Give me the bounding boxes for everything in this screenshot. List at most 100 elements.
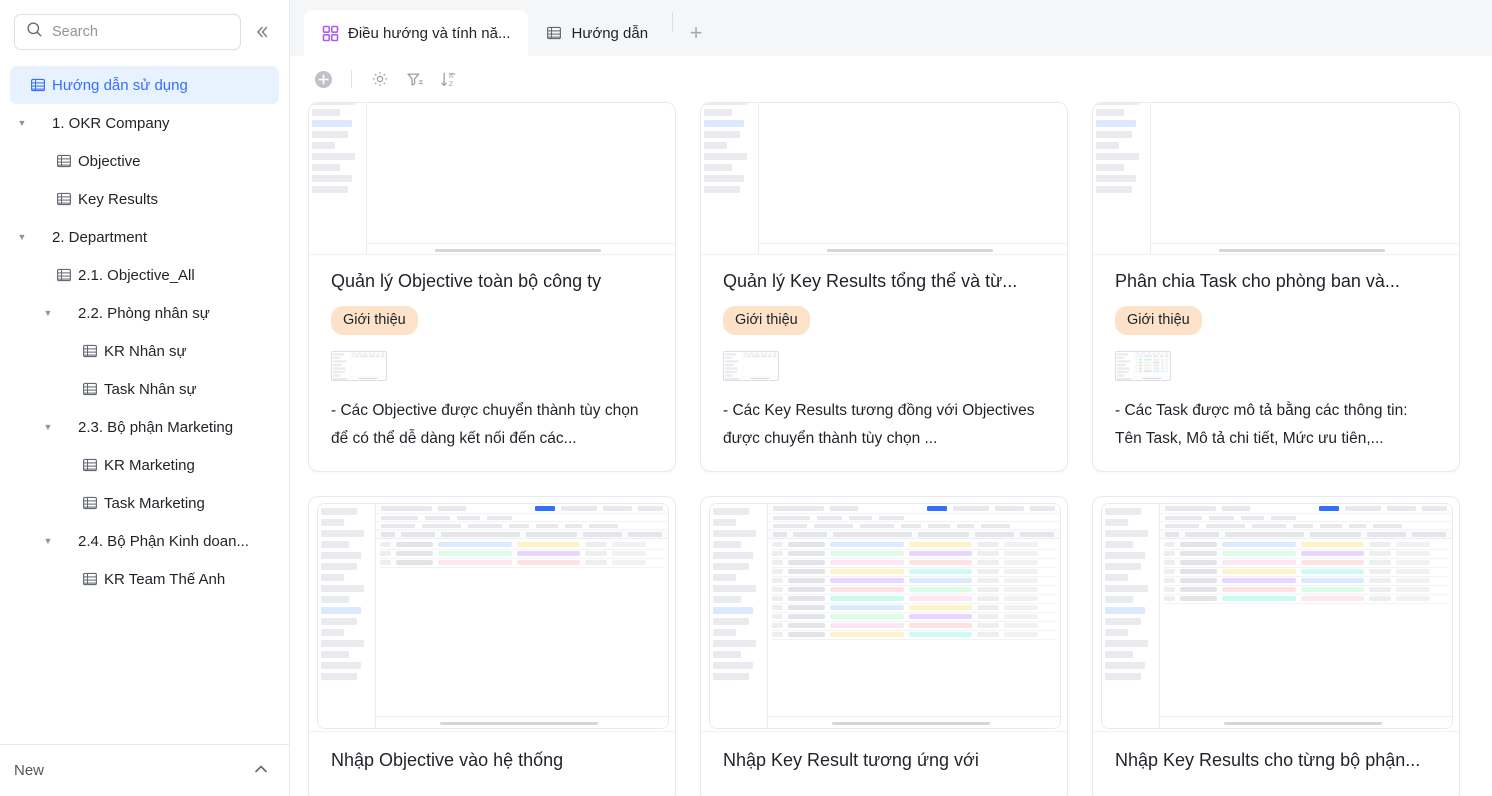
thumb-row xyxy=(380,550,664,559)
thumb-footer xyxy=(1134,375,1170,380)
add-record-button[interactable] xyxy=(308,64,338,94)
thumb-scrollbar[interactable] xyxy=(1224,721,1382,725)
sidebar-item-label: Key Results xyxy=(78,190,159,208)
sidebar-item-9[interactable]: ▼ 2.3. Bộ phận Marketing xyxy=(10,408,279,446)
toolbar-divider xyxy=(351,70,352,88)
sidebar-item-10[interactable]: KR Marketing xyxy=(10,446,279,484)
svg-text:Z: Z xyxy=(448,80,452,87)
table-icon xyxy=(56,153,78,169)
chevron-down-icon[interactable]: ▼ xyxy=(40,536,56,546)
chevron-down-icon[interactable]: ▼ xyxy=(14,232,30,242)
table-icon xyxy=(82,343,104,359)
card-title: Nhập Objective vào hệ thống xyxy=(331,749,564,770)
thumb-row xyxy=(772,595,1056,604)
chevron-down-icon[interactable]: ▼ xyxy=(14,118,30,128)
sidebar-item-3[interactable]: Key Results xyxy=(10,180,279,218)
collapse-sidebar-button[interactable] xyxy=(249,19,275,45)
sidebar-item-11[interactable]: Task Marketing xyxy=(10,484,279,522)
thumb-row xyxy=(772,577,1056,586)
thumbnail-spreadsheet xyxy=(332,351,386,380)
thumbnail-spreadsheet xyxy=(710,503,1060,728)
card-inline-thumbnail xyxy=(723,350,779,381)
card-5[interactable]: Nhập Key Results cho từng bộ phận... xyxy=(1092,495,1460,796)
thumb-footer xyxy=(367,243,675,254)
search-icon xyxy=(26,21,43,43)
thumb-row xyxy=(1164,559,1448,568)
thumb-scrollbar[interactable] xyxy=(832,721,990,725)
search-box[interactable] xyxy=(14,14,241,50)
thumb-table xyxy=(1160,539,1452,606)
card-thumbnail xyxy=(1093,496,1459,732)
sidebar-item-0[interactable]: Hướng dẫn sử dụng xyxy=(10,66,279,104)
card-thumbnail xyxy=(1093,103,1459,255)
sidebar-item-label: KR Team Thế Anh xyxy=(104,570,226,588)
sidebar-item-4[interactable]: ▼ 2. Department xyxy=(10,218,279,256)
tab-1[interactable]: Hướng dẫn xyxy=(528,10,666,56)
thumb-table xyxy=(743,357,778,358)
chevron-down-icon[interactable]: ▼ xyxy=(40,422,56,432)
filter-icon[interactable] xyxy=(399,64,429,94)
app-root: Hướng dẫn sử dụng ▼ 1. OKR Company Objectiv… xyxy=(0,0,1492,796)
sidebar-item-label: 1. OKR Company xyxy=(52,114,170,132)
view-toolbar: A Z xyxy=(290,56,1492,102)
thumb-header-row xyxy=(1160,529,1452,539)
thumbnail-spreadsheet xyxy=(1093,103,1459,254)
chevron-up-icon[interactable] xyxy=(251,759,271,783)
sidebar-item-12[interactable]: ▼ 2.4. Bộ Phận Kinh doan... xyxy=(10,522,279,560)
sort-az-icon[interactable]: A Z xyxy=(433,64,463,94)
thumb-scrollbar[interactable] xyxy=(434,249,602,252)
sidebar-item-5[interactable]: 2.1. Objective_All xyxy=(10,256,279,294)
sidebar-item-6[interactable]: ▼ 2.2. Phòng nhân sự xyxy=(10,294,279,332)
card-2[interactable]: Phân chia Task cho phòng ban và... Giới t… xyxy=(1092,102,1460,472)
thumb-grid xyxy=(367,103,675,254)
thumb-scrollbar[interactable] xyxy=(440,721,598,725)
thumb-scrollbar[interactable] xyxy=(358,377,378,379)
sidebar-item-2[interactable]: Objective xyxy=(10,142,279,180)
add-tab-button[interactable]: + xyxy=(677,14,715,52)
card-title: Quản lý Objective toàn bộ công ty xyxy=(331,271,602,291)
sidebar-item-label: 2.1. Objective_All xyxy=(78,266,195,284)
thumb-row xyxy=(1164,568,1448,577)
sidebar-item-8[interactable]: Task Nhân sự xyxy=(10,370,279,408)
sidebar-footer[interactable]: New xyxy=(0,744,289,796)
thumb-sidebar xyxy=(318,503,376,728)
thumbnail-spreadsheet xyxy=(724,351,778,380)
card-4[interactable]: Nhập Key Result tương ứng với xyxy=(700,495,1068,796)
tab-0[interactable]: Điều hướng và tính nă... xyxy=(304,10,529,56)
search-input[interactable] xyxy=(52,24,229,40)
gear-icon[interactable] xyxy=(365,64,395,94)
thumb-row xyxy=(772,622,1056,631)
thumb-table xyxy=(1135,357,1170,373)
thumb-sidebar xyxy=(1093,103,1151,254)
thumb-table xyxy=(351,357,386,358)
card-0[interactable]: Quản lý Objective toàn bộ công ty Giới th… xyxy=(308,102,676,472)
sidebar-item-1[interactable]: ▼ 1. OKR Company xyxy=(10,104,279,142)
thumbnail-frame xyxy=(709,502,1061,729)
thumb-sidebar xyxy=(309,103,367,254)
thumb-sidebar xyxy=(1116,351,1135,380)
table-icon xyxy=(82,495,104,511)
thumb-scrollbar[interactable] xyxy=(1142,377,1162,379)
thumb-grid xyxy=(768,503,1060,728)
thumb-row xyxy=(772,559,1056,568)
thumb-scrollbar[interactable] xyxy=(1218,249,1386,252)
thumb-scrollbar[interactable] xyxy=(750,377,770,379)
table-icon xyxy=(546,25,562,41)
thumb-sidebar xyxy=(1102,503,1160,728)
card-thumbnail xyxy=(701,103,1067,255)
chevron-down-icon[interactable]: ▼ xyxy=(40,308,56,318)
thumb-row xyxy=(380,559,664,568)
sidebar-item-label: 2.3. Bộ phận Marketing xyxy=(78,418,234,436)
card-title: Nhập Key Results cho từng bộ phận... xyxy=(1115,749,1421,770)
card-1[interactable]: Quản lý Key Results tổng thể và từ... Giớ… xyxy=(700,102,1068,472)
thumb-viewtabs xyxy=(376,514,668,522)
thumb-grid xyxy=(1160,503,1452,728)
card-3[interactable]: Nhập Objective vào hệ thống xyxy=(308,495,676,796)
sidebar-item-13[interactable]: KR Team Thế Anh xyxy=(10,560,279,598)
thumb-row xyxy=(1135,369,1169,372)
thumb-row xyxy=(772,568,1056,577)
sidebar-item-7[interactable]: KR Nhân sự xyxy=(10,332,279,370)
new-button-label: New xyxy=(14,762,45,779)
thumb-scrollbar[interactable] xyxy=(826,249,994,252)
thumb-footer xyxy=(759,243,1067,254)
